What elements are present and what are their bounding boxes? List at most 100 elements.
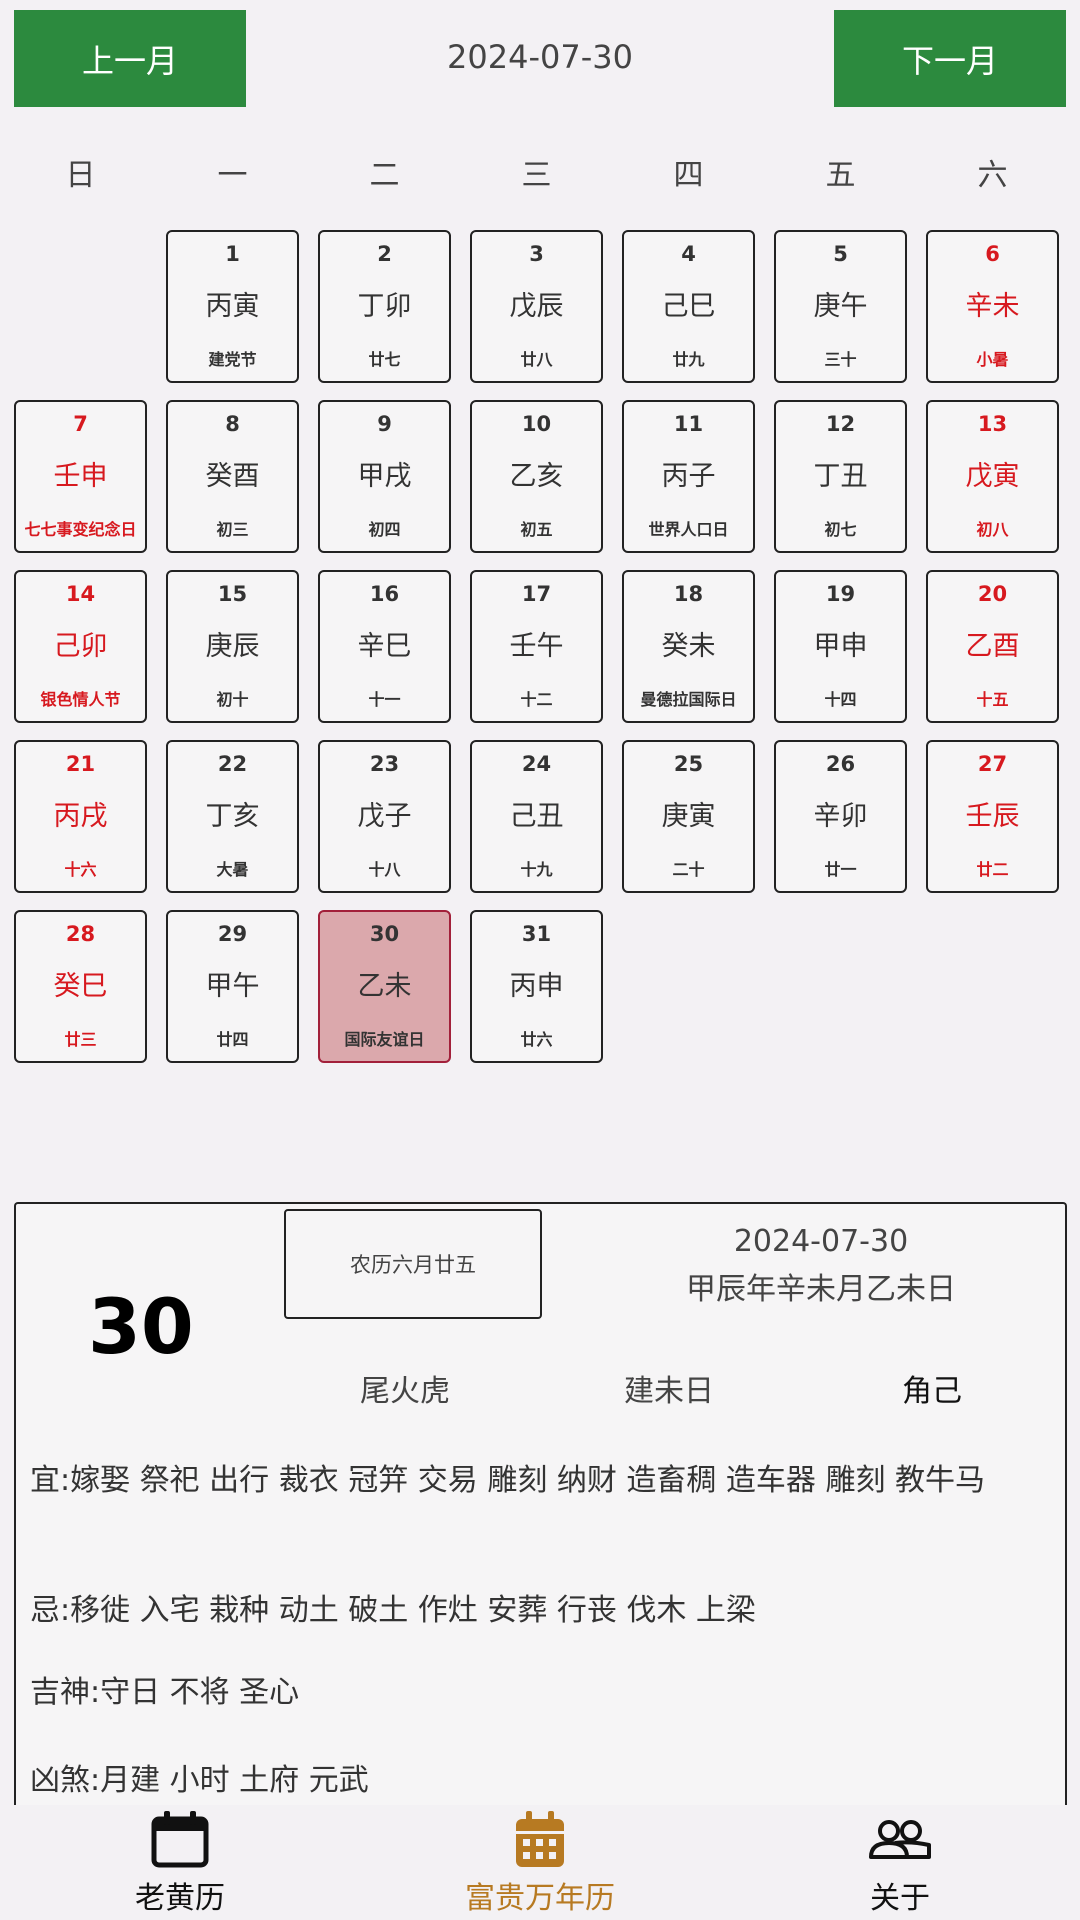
day-number: 12 [825, 412, 856, 436]
day-cell[interactable]: 11 丙子 世界人口日 [622, 400, 755, 553]
day-number: 22 [217, 752, 248, 776]
xiongsha-list: 凶煞:月建 小时 土府 元武 [30, 1763, 369, 1798]
day-cell[interactable]: 2 丁卯 廿七 [318, 230, 451, 383]
day-lunar-or-festival: 廿一 [824, 860, 857, 879]
day-ganzhi: 乙亥 [509, 461, 564, 492]
day-cell[interactable]: 8 癸酉 初三 [166, 400, 299, 553]
day-ganzhi: 壬午 [509, 631, 564, 662]
day-lunar-or-festival: 初三 [216, 520, 249, 539]
day-cell[interactable]: 6 辛未小暑 [926, 230, 1059, 383]
day-lunar-or-festival: 小暑 [976, 350, 1009, 369]
day-lunar-or-festival: 十八 [368, 860, 401, 879]
day-detail-panel: 30 农历六月廿五 2024-07-30 甲辰年辛未月乙未日 尾火虎 建未日 角… [14, 1202, 1067, 1812]
tab-label: 富贵万年历 [465, 1881, 615, 1916]
day-number: 3 [529, 242, 544, 266]
day-number: 26 [825, 752, 856, 776]
day-cell[interactable]: 5 庚午 三十 [774, 230, 907, 383]
day-cell[interactable]: 30 乙未 国际友谊日 [318, 910, 451, 1063]
prev-month-button[interactable]: 上一月 [14, 10, 246, 107]
day-cell[interactable]: 12 丁丑 初七 [774, 400, 907, 553]
day-ganzhi: 戊寅 [965, 461, 1020, 492]
day-lunar-or-festival: 廿二 [976, 860, 1009, 879]
day-cell[interactable]: 14 己卯 银色情人节 [14, 570, 147, 723]
day-ganzhi: 癸未 [661, 631, 716, 662]
day-number: 16 [369, 582, 400, 606]
day-ganzhi: 辛巳 [357, 631, 412, 662]
day-ganzhi: 丁丑 [813, 461, 868, 492]
day-number: 17 [521, 582, 552, 606]
day-cell[interactable]: 21 丙戌 十六 [14, 740, 147, 893]
day-lunar-or-festival: 十一 [368, 690, 401, 709]
day-number: 23 [369, 752, 400, 776]
xiu-label: 尾火虎 [360, 1374, 450, 1409]
day-lunar-or-festival: 十六 [64, 860, 97, 879]
day-cell[interactable]: 26 辛卯廿一 [774, 740, 907, 893]
day-cell[interactable]: 20 乙酉 十五 [926, 570, 1059, 723]
tab-laohuangli[interactable]: 老黄历 [70, 1805, 290, 1920]
day-number: 6 [985, 242, 1000, 266]
weekday-label: 一 [217, 158, 248, 193]
day-cell[interactable]: 9 甲戌初四 [318, 400, 451, 553]
day-cell[interactable]: 28 癸巳 廿三 [14, 910, 147, 1063]
tab-fugui-calendar[interactable]: 富贵万年历 [430, 1805, 650, 1920]
day-cell[interactable]: 4 己巳 廿九 [622, 230, 755, 383]
current-date-title: 2024-07-30 [447, 38, 633, 76]
day-cell[interactable]: 17 壬午十二 [470, 570, 603, 723]
day-ganzhi: 丙申 [509, 971, 564, 1002]
day-ganzhi: 戊子 [357, 801, 412, 832]
weekday-label: 三 [521, 158, 552, 193]
day-lunar-or-festival: 国际友谊日 [344, 1030, 425, 1049]
day-ganzhi: 丙戌 [53, 801, 108, 832]
day-number: 15 [217, 582, 248, 606]
day-ganzhi: 辛卯 [813, 801, 868, 832]
weekday-label: 五 [825, 158, 856, 193]
day-cell[interactable]: 31 丙申廿六 [470, 910, 603, 1063]
day-number: 10 [521, 412, 552, 436]
day-ganzhi: 庚辰 [205, 631, 260, 662]
day-ganzhi: 壬辰 [965, 801, 1020, 832]
day-lunar-or-festival: 十二 [520, 690, 553, 709]
day-ganzhi: 癸酉 [205, 461, 260, 492]
day-ganzhi: 甲申 [813, 631, 868, 662]
day-number: 9 [377, 412, 392, 436]
day-lunar-or-festival: 大暑 [216, 860, 249, 879]
tab-about[interactable]: 关于 [790, 1805, 1010, 1920]
day-lunar-or-festival: 廿四 [216, 1030, 249, 1049]
next-month-button[interactable]: 下一月 [834, 10, 1066, 107]
day-cell[interactable]: 16 辛巳十一 [318, 570, 451, 723]
day-ganzhi: 甲戌 [357, 461, 412, 492]
calendar-icon [150, 1811, 210, 1873]
day-number: 20 [977, 582, 1008, 606]
day-lunar-or-festival: 二十 [672, 860, 705, 879]
day-cell[interactable]: 27 壬辰廿二 [926, 740, 1059, 893]
day-cell[interactable]: 23 戊子十八 [318, 740, 451, 893]
day-ganzhi: 戊辰 [509, 291, 564, 322]
day-cell[interactable]: 19 甲申 十四 [774, 570, 907, 723]
day-cell[interactable]: 22 丁亥 大暑 [166, 740, 299, 893]
day-number: 31 [521, 922, 552, 946]
day-cell[interactable]: 25 庚寅 二十 [622, 740, 755, 893]
day-cell[interactable]: 13 戊寅 初八 [926, 400, 1059, 553]
day-cell[interactable]: 15 庚辰 初十 [166, 570, 299, 723]
day-ganzhi: 丁卯 [357, 291, 412, 322]
day-ganzhi: 己卯 [53, 631, 108, 662]
detail-ganzhi: 甲辰年辛未月乙未日 [686, 1272, 956, 1307]
day-lunar-or-festival: 世界人口日 [648, 520, 729, 539]
day-cell[interactable]: 1 丙寅 建党节 [166, 230, 299, 383]
day-cell[interactable]: 24 己丑 十九 [470, 740, 603, 893]
day-number: 27 [977, 752, 1008, 776]
day-cell[interactable]: 29 甲午 廿四 [166, 910, 299, 1063]
day-ganzhi: 乙酉 [965, 631, 1020, 662]
day-lunar-or-festival: 廿六 [520, 1030, 553, 1049]
day-ganzhi: 癸巳 [53, 971, 108, 1002]
day-ganzhi: 丙子 [661, 461, 716, 492]
jiao-label: 角己 [902, 1374, 962, 1409]
day-cell[interactable]: 18 癸未 曼德拉国际日 [622, 570, 755, 723]
day-cell[interactable]: 7 壬申 七七事变纪念日 [14, 400, 147, 553]
day-cell[interactable]: 10 乙亥 初五 [470, 400, 603, 553]
day-number: 19 [825, 582, 856, 606]
day-cell[interactable]: 3 戊辰 廿八 [470, 230, 603, 383]
top-bar: 上一月 2024-07-30 下一月 [0, 0, 1080, 120]
day-ganzhi: 辛未 [965, 291, 1020, 322]
day-lunar-or-festival: 初四 [368, 520, 401, 539]
